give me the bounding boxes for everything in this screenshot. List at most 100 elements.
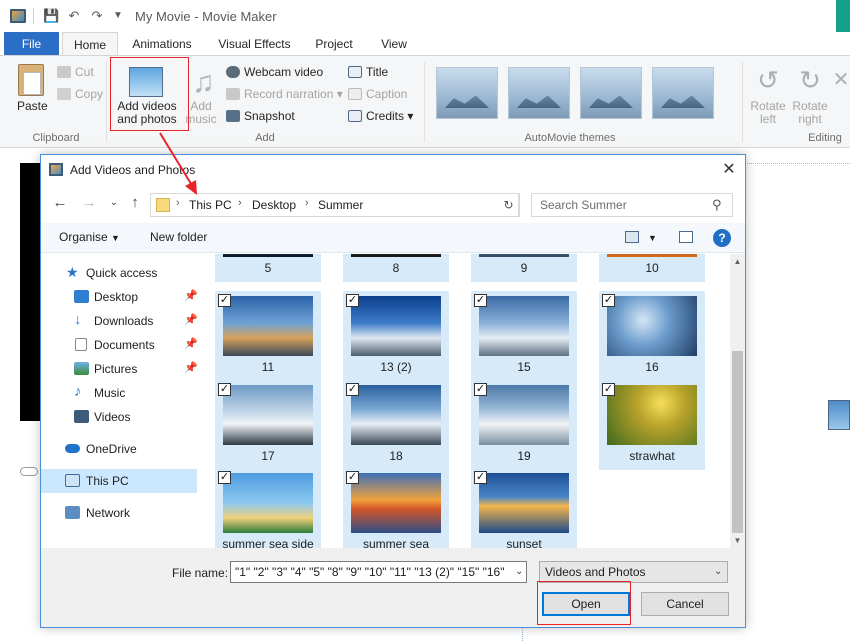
scroll-up-icon[interactable]: ▲ <box>730 254 745 269</box>
file-tile[interactable]: ✓ summer sea <box>343 468 449 548</box>
nav-desktop[interactable]: Desktop 📌 <box>41 285 201 309</box>
organise-button[interactable]: Organise ▼ <box>59 230 120 244</box>
file-tile[interactable]: ✓ summer sea side <box>215 468 321 548</box>
caption-button[interactable]: Caption <box>348 87 407 101</box>
checkbox-checked[interactable]: ✓ <box>474 471 487 484</box>
storyboard-thumbnail[interactable] <box>828 400 850 430</box>
nav-quick-access[interactable]: ★ Quick access <box>41 261 201 285</box>
file-name-dropdown-icon[interactable]: ⌄ <box>515 566 523 577</box>
cancel-button[interactable]: Cancel <box>641 592 729 616</box>
nav-downloads[interactable]: ↓ Downloads 📌 <box>41 309 201 333</box>
save-icon[interactable]: 💾 <box>43 8 59 24</box>
file-list-scrollbar[interactable]: ▲ ▼ <box>730 254 745 548</box>
tab-animations[interactable]: Animations <box>126 32 198 56</box>
add-music-button[interactable]: Add music <box>184 100 218 126</box>
scrollbar-thumb[interactable] <box>732 351 743 533</box>
title-button[interactable]: Title <box>348 65 388 79</box>
file-tile[interactable]: 9 <box>471 254 577 282</box>
automovie-theme-4[interactable] <box>652 67 714 119</box>
change-view-icon[interactable] <box>625 231 639 243</box>
file-type-dropdown-icon[interactable]: ⌄ <box>714 566 722 577</box>
music-note-icon[interactable]: ♫ <box>192 68 215 98</box>
file-tile[interactable]: 8 <box>343 254 449 282</box>
file-type-select[interactable]: Videos and Photos <box>539 561 728 583</box>
seek-slider[interactable] <box>20 467 38 476</box>
file-tile[interactable]: ✓ 13 (2) <box>343 291 449 381</box>
checkbox-checked[interactable]: ✓ <box>474 383 487 396</box>
tab-file[interactable]: File <box>4 32 59 56</box>
tab-view[interactable]: View <box>372 32 416 56</box>
record-narration-button[interactable]: Record narration ▾ <box>226 87 343 101</box>
copy-button[interactable]: Copy <box>57 87 103 101</box>
file-tile[interactable]: ✓ 16 <box>599 291 705 381</box>
up-arrow-icon[interactable]: ↑ <box>126 194 144 212</box>
nav-videos[interactable]: Videos <box>41 405 201 429</box>
refresh-icon[interactable]: ↻ <box>499 193 519 217</box>
pin-icon[interactable]: 📌 <box>184 361 198 374</box>
rotate-left-icon[interactable]: ↺ <box>753 65 783 95</box>
file-tile[interactable]: ✓ 19 <box>471 380 577 470</box>
nav-onedrive[interactable]: OneDrive <box>41 437 201 461</box>
preview-pane-icon[interactable] <box>679 231 693 243</box>
checkbox-checked[interactable]: ✓ <box>602 383 615 396</box>
forward-arrow-icon[interactable]: → <box>80 194 98 212</box>
pin-icon[interactable]: 📌 <box>184 313 198 326</box>
checkbox-checked[interactable]: ✓ <box>602 294 615 307</box>
paste-button[interactable]: Paste <box>17 99 48 113</box>
close-icon[interactable]: ✕ <box>720 161 738 179</box>
cut-button[interactable]: Cut <box>57 65 94 79</box>
paste-icon[interactable] <box>18 64 44 96</box>
automovie-theme-2[interactable] <box>508 67 570 119</box>
address-bar[interactable]: › This PC › Desktop › Summer ⌄ <box>150 193 605 217</box>
file-tile[interactable]: ✓ 17 <box>215 380 321 470</box>
redo-icon[interactable]: ↷ <box>89 8 105 24</box>
breadcrumb-chevron-icon[interactable]: › <box>238 197 242 209</box>
recent-locations-chevron-icon[interactable]: ⌄ <box>105 194 123 212</box>
file-tile[interactable]: ✓ 18 <box>343 380 449 470</box>
checkbox-checked[interactable]: ✓ <box>346 294 359 307</box>
new-folder-button[interactable]: New folder <box>150 230 207 244</box>
breadcrumb-chevron-icon[interactable]: › <box>305 197 309 209</box>
automovie-theme-3[interactable] <box>580 67 642 119</box>
tab-visual-effects[interactable]: Visual Effects <box>212 32 297 56</box>
breadcrumb-this-pc[interactable]: This PC <box>189 198 232 212</box>
help-icon[interactable]: ? <box>713 229 731 247</box>
file-tile[interactable]: 10 <box>599 254 705 282</box>
checkbox-checked[interactable]: ✓ <box>346 383 359 396</box>
nav-music[interactable]: ♪ Music <box>41 381 201 405</box>
rotate-left-button[interactable]: Rotate left <box>746 100 790 126</box>
scroll-down-icon[interactable]: ▼ <box>730 533 745 548</box>
checkbox-checked[interactable]: ✓ <box>218 294 231 307</box>
credits-button[interactable]: Credits ▾ <box>348 109 413 123</box>
nav-pictures[interactable]: Pictures 📌 <box>41 357 201 381</box>
breadcrumb-desktop[interactable]: Desktop <box>252 198 296 212</box>
file-name-input[interactable]: "1" "2" "3" "4" "5" "8" "9" "10" "11" "1… <box>230 561 527 583</box>
quick-access-dropdown-icon[interactable]: ▼ <box>110 8 126 24</box>
snapshot-button[interactable]: Snapshot <box>226 109 295 123</box>
file-tile[interactable]: ✓ 15 <box>471 291 577 381</box>
tab-project[interactable]: Project <box>308 32 360 56</box>
back-arrow-icon[interactable]: ← <box>51 194 69 212</box>
rotate-right-icon[interactable]: ↻ <box>795 65 825 95</box>
search-input[interactable]: Search Summer ⚲ <box>531 193 733 217</box>
view-dropdown-icon[interactable]: ▼ <box>648 233 657 243</box>
checkbox-checked[interactable]: ✓ <box>474 294 487 307</box>
nav-documents[interactable]: Documents 📌 <box>41 333 201 357</box>
nav-this-pc[interactable]: This PC <box>41 469 197 493</box>
nav-network[interactable]: Network <box>41 501 201 525</box>
checkbox-checked[interactable]: ✓ <box>346 471 359 484</box>
file-tile[interactable]: 5 <box>215 254 321 282</box>
rotate-right-button[interactable]: Rotate right <box>788 100 832 126</box>
automovie-theme-1[interactable] <box>436 67 498 119</box>
checkbox-checked[interactable]: ✓ <box>218 471 231 484</box>
tab-home[interactable]: Home <box>62 32 118 57</box>
undo-icon[interactable]: ↶ <box>66 8 82 24</box>
webcam-video-button[interactable]: Webcam video <box>226 65 323 79</box>
pin-icon[interactable]: 📌 <box>184 337 198 350</box>
file-tile[interactable]: ✓ strawhat <box>599 380 705 470</box>
remove-icon[interactable]: ✕ <box>832 65 850 95</box>
file-tile[interactable]: ✓ 11 <box>215 291 321 381</box>
breadcrumb-chevron-icon[interactable]: › <box>176 197 180 209</box>
file-tile[interactable]: ✓ sunset <box>471 468 577 548</box>
breadcrumb-summer[interactable]: Summer <box>318 198 363 212</box>
